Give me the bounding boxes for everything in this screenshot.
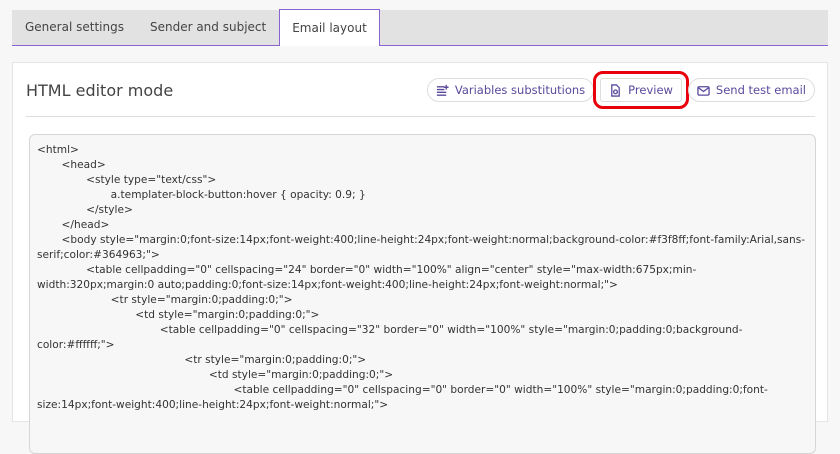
code-line: <html> xyxy=(37,144,79,156)
code-line: <td style="margin:0;padding:0;"> xyxy=(37,369,394,381)
file-preview-icon xyxy=(611,83,621,97)
code-line: <table cellpadding="0" cellspacing="0" b… xyxy=(37,384,768,411)
code-line: <table cellpadding="0" cellspacing="32" … xyxy=(37,324,743,351)
send-test-email-label: Send test email xyxy=(715,83,806,97)
tab-email-layout[interactable]: Email layout xyxy=(279,9,380,46)
code-line: <tr style="margin:0;padding:0;"> xyxy=(37,294,293,306)
variables-substitutions-label: Variables substitutions xyxy=(454,83,586,97)
code-line: <body style="margin:0;font-size:14px;fon… xyxy=(37,234,806,261)
editor-card: HTML editor mode Variables substitutions… xyxy=(12,62,828,454)
send-test-email-button[interactable]: Send test email xyxy=(687,78,815,102)
code-line: <table cellpadding="0" cellspacing="24" … xyxy=(37,264,697,291)
tab-bar: General settings Sender and subject Emai… xyxy=(12,9,828,46)
code-line: </head> xyxy=(37,219,110,231)
tab-general-settings[interactable]: General settings xyxy=(12,10,137,45)
list-add-icon xyxy=(436,84,449,96)
html-code-editor[interactable]: <html> <head> <style type="text/css"> a.… xyxy=(29,134,816,454)
tab-sender-and-subject[interactable]: Sender and subject xyxy=(137,10,279,45)
code-line: <td style="margin:0;padding:0;"> xyxy=(37,309,320,321)
code-line: </style> xyxy=(37,204,133,216)
variables-substitutions-button[interactable]: Variables substitutions xyxy=(426,78,595,102)
preview-label: Preview xyxy=(628,83,673,97)
page-title: HTML editor mode xyxy=(26,81,174,100)
divider xyxy=(26,116,815,117)
code-line: <style type="text/css"> xyxy=(37,174,217,186)
code-line: <head> xyxy=(37,159,106,171)
preview-button[interactable]: Preview xyxy=(593,71,689,109)
code-line: a.templater-block-button:hover { opacity… xyxy=(37,189,366,201)
code-line: <tr style="margin:0;padding:0;"> xyxy=(37,354,367,366)
envelope-icon xyxy=(697,85,710,96)
